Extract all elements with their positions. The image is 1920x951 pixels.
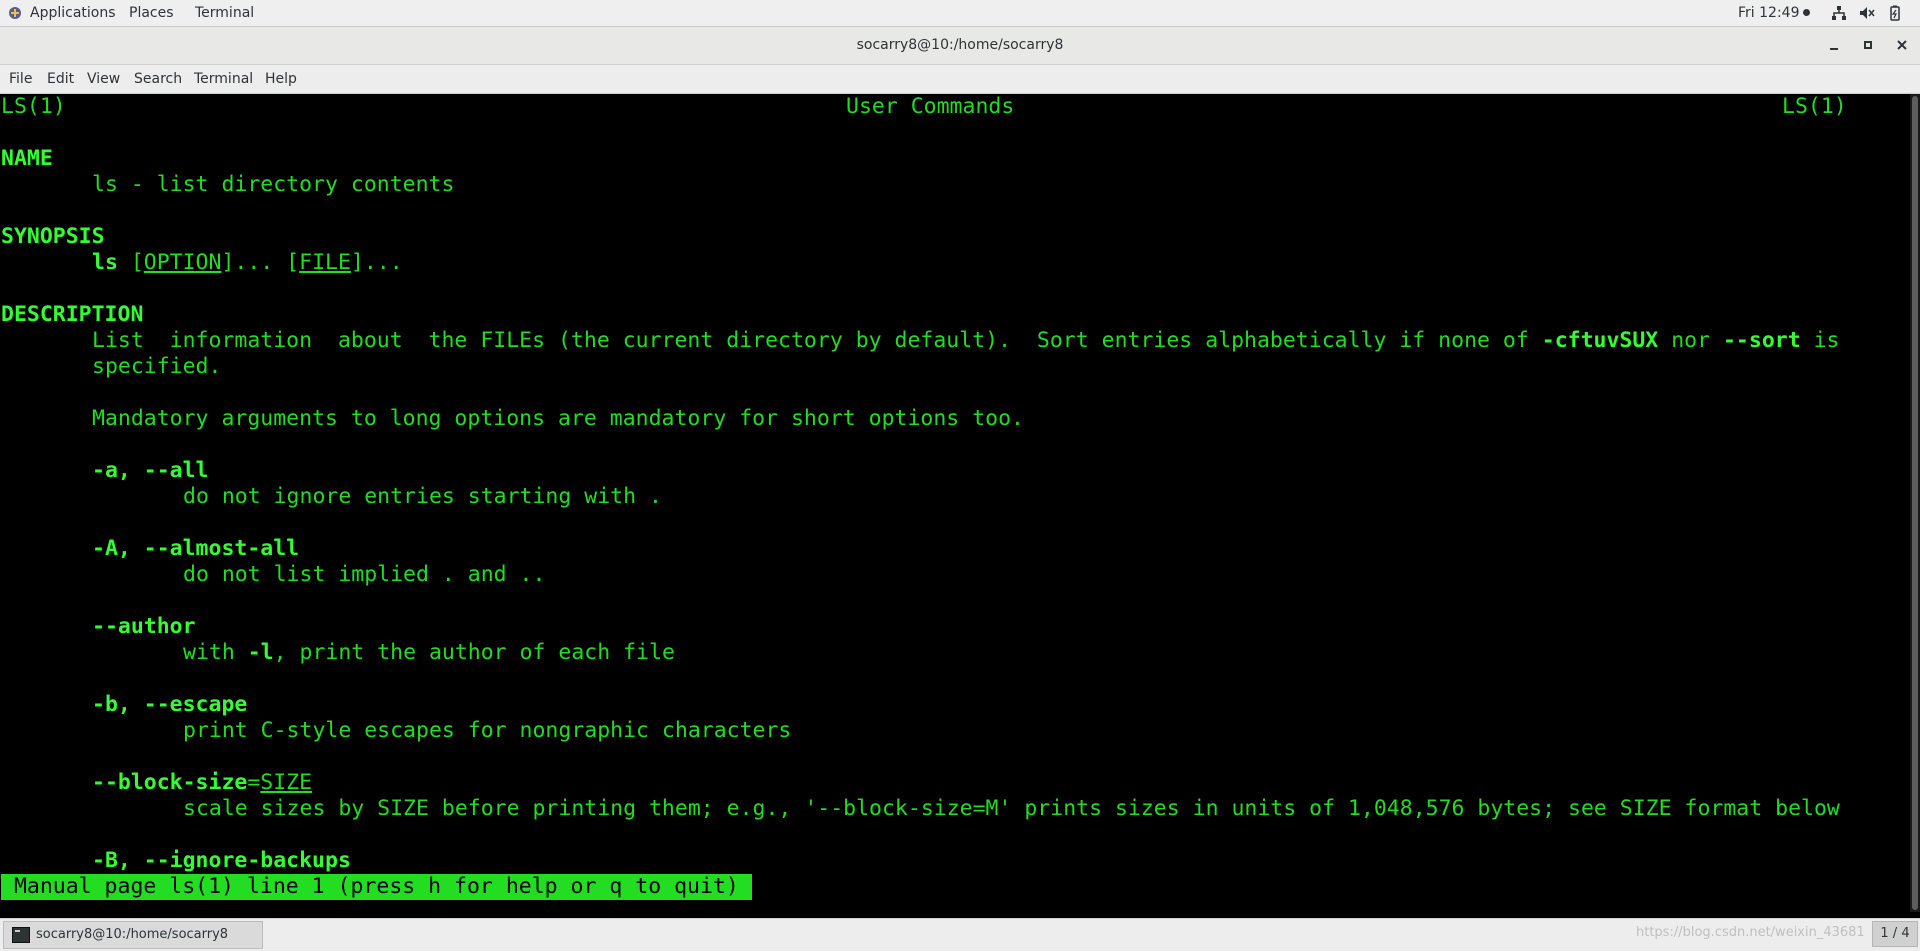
description-line-2: specified. — [92, 354, 222, 379]
name-line: ls - list directory contents — [92, 172, 455, 197]
section-name-heading: NAME — [1, 146, 53, 171]
option-ignore-backups: -B, --ignore-backups — [92, 848, 351, 873]
man-header-right: LS(1) — [1782, 94, 1847, 119]
menu-view[interactable]: View — [87, 65, 120, 93]
option-author-desc: with -l, print the author of each file — [183, 640, 675, 665]
option-author: --author — [92, 614, 196, 639]
menu-file[interactable]: File — [9, 65, 32, 93]
option-block-size-desc: scale sizes by SIZE before printing them… — [183, 796, 1840, 821]
window-titlebar[interactable]: socarry8@10:/home/socarry8 — [0, 27, 1920, 65]
network-icon[interactable] — [1831, 5, 1847, 21]
watermark: https://blog.csdn.net/weixin_43681 — [1636, 925, 1865, 940]
applications-icon[interactable] — [8, 6, 22, 20]
section-synopsis-heading: SYNOPSIS — [1, 224, 105, 249]
option-all-desc: do not ignore entries starting with . — [183, 484, 662, 509]
section-description-heading: DESCRIPTION — [1, 302, 144, 327]
option-almost-all-desc: do not list implied . and .. — [183, 562, 546, 587]
menu-edit[interactable]: Edit — [47, 65, 74, 93]
man-header-center: User Commands — [846, 94, 1015, 119]
terminal-app-menu[interactable]: Terminal — [195, 0, 254, 26]
menu-bar: File Edit View Search Terminal Help — [0, 65, 1920, 94]
maximize-icon[interactable] — [1860, 37, 1876, 53]
bottom-taskbar: socarry8@10:/home/socarry8 — [0, 918, 1920, 951]
taskbar-window-label: socarry8@10:/home/socarry8 — [36, 927, 229, 942]
notification-dot-icon — [1803, 9, 1811, 16]
window-title: socarry8@10:/home/socarry8 — [856, 37, 1064, 53]
synopsis-line: ls [OPTION]... [FILE]... — [92, 250, 403, 275]
description-line-1: List information about the FILEs (the cu… — [92, 328, 1840, 353]
terminal-scrollbar[interactable] — [1910, 94, 1920, 912]
option-almost-all: -A, --almost-all — [92, 536, 300, 561]
option-block-size: --block-size=SIZE — [92, 770, 313, 795]
scrollbar-thumb[interactable] — [1912, 96, 1918, 910]
top-panel: Applications Places Terminal Fri 12:49 — [0, 0, 1920, 27]
terminal-icon — [12, 927, 30, 943]
option-all: -a, --all — [92, 458, 209, 483]
menu-terminal[interactable]: Terminal — [194, 65, 253, 93]
battery-icon[interactable] — [1887, 5, 1903, 21]
pager-status-line: Manual page ls(1) line 1 (press h for he… — [1, 874, 752, 900]
terminal-view[interactable]: LS(1) User Commands LS(1) NAME ls - list… — [0, 94, 1910, 912]
menu-search[interactable]: Search — [134, 65, 182, 93]
man-header-left: LS(1) — [1, 94, 66, 119]
workspace-pager[interactable]: 1 / 4 — [1872, 921, 1918, 947]
taskbar-window-button[interactable]: socarry8@10:/home/socarry8 — [3, 921, 263, 949]
clock[interactable]: Fri 12:49 — [1738, 0, 1811, 26]
option-escape: -b, --escape — [92, 692, 248, 717]
menu-help[interactable]: Help — [265, 65, 297, 93]
close-icon[interactable] — [1894, 37, 1910, 53]
places-menu[interactable]: Places — [129, 0, 174, 26]
applications-menu[interactable]: Applications — [30, 0, 116, 26]
volume-icon[interactable] — [1859, 5, 1875, 21]
mandatory-note: Mandatory arguments to long options are … — [92, 406, 1024, 431]
option-escape-desc: print C-style escapes for nongraphic cha… — [183, 718, 792, 743]
minimize-icon[interactable] — [1826, 37, 1842, 53]
